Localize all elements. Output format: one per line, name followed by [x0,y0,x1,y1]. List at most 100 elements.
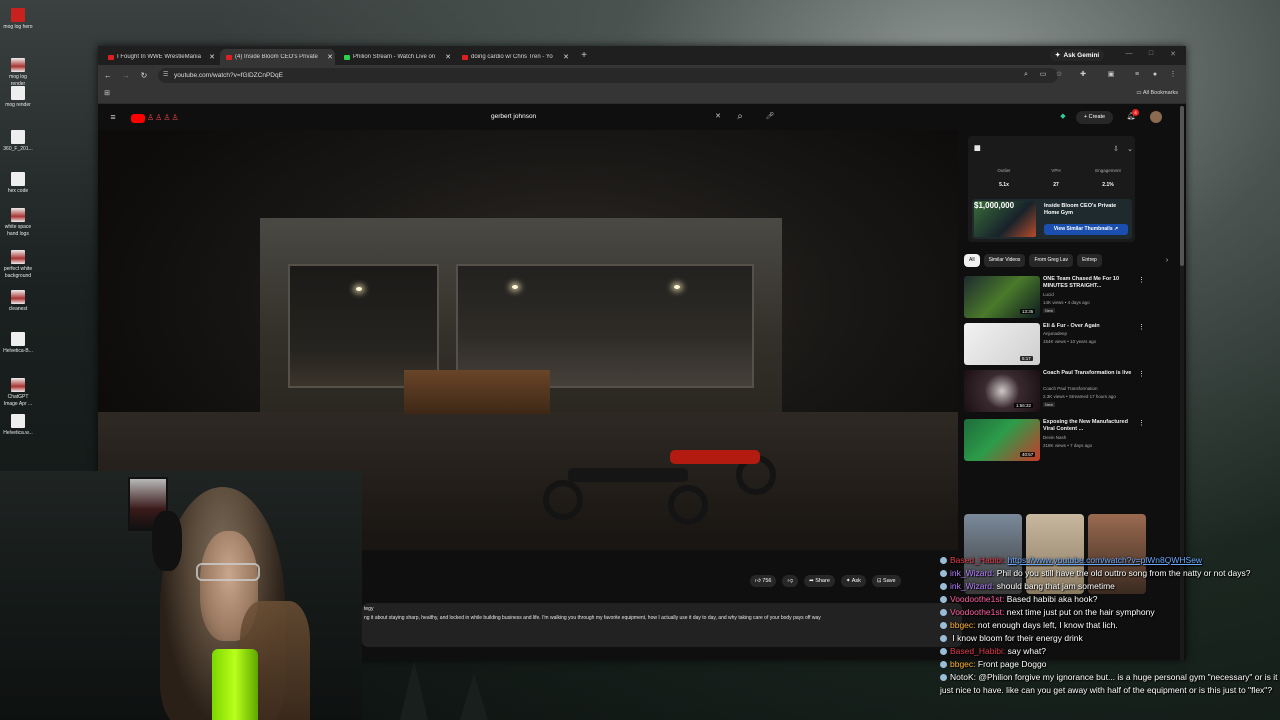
media-icon[interactable]: ≡ [1132,70,1142,80]
chat-username[interactable]: ink_Wizard: [950,568,994,578]
site-info-icon[interactable]: ☰ [163,68,168,83]
recommendation-item[interactable]: 1:56:32 Coach Paul Transformation is liv… [964,370,1154,414]
desktop-icon[interactable]: Helvetica-B... [2,332,34,355]
back-button[interactable]: ← [102,70,114,82]
desktop-icon[interactable]: perfect white background [2,250,34,280]
address-bar[interactable]: ☰ youtube.com/watch?v=fGlDZCnPDqE [158,68,1058,83]
more-options-icon[interactable]: ⋮ [1138,323,1145,331]
hamburger-menu-icon[interactable]: ≡ [108,112,118,122]
scrollbar-thumb[interactable] [1180,106,1184,266]
ask-button[interactable]: ✦ Ask [840,575,866,587]
recommendation-item[interactable]: 40:57 Exposing the New Manufactured Vira… [964,419,1154,463]
chat-username[interactable]: Voodoothe1st: [950,594,1004,604]
chip-entrepreneurship[interactable]: Entrep [1077,254,1102,267]
chat-username[interactable]: ink_Wizard: [950,581,994,591]
ceiling-light [674,285,680,289]
avatar[interactable] [1150,111,1162,123]
new-badge: New [1043,402,1056,407]
reload-button[interactable]: ↻ [138,70,150,82]
channel-name: Anjunadeep [1043,331,1068,336]
desktop-icon[interactable]: Helvetica.w... [2,414,34,437]
video-description[interactable]: tegy ng it about staying sharp, healthy,… [362,603,962,647]
desktop-icon[interactable]: 360_F_201... [2,130,34,153]
maximize-button[interactable]: □ [1144,50,1158,61]
new-tab-button[interactable]: + [578,50,590,62]
desktop-icon[interactable]: mog render [2,86,34,109]
chat-username[interactable]: Voodoothe1st: [950,607,1004,617]
extension-badge-icon[interactable]: ◆ [1058,112,1068,122]
chip-similar-videos[interactable]: Similar Videos [983,254,1026,267]
create-button[interactable]: + Create [1076,111,1113,124]
recommendation-item[interactable]: 13:35 ONE Team Chased Me For 10 MINUTES … [964,276,1154,320]
share-button[interactable]: ➦ Share [804,575,835,587]
apps-grid-icon[interactable]: ⊞ [102,89,112,99]
cast-icon[interactable]: ▭ [1038,70,1048,80]
chat-badge-icon [940,622,947,630]
video-counter [404,370,550,414]
close-window-button[interactable]: ✕ [1166,50,1180,61]
more-options-icon[interactable]: ⋮ [1138,419,1145,427]
all-bookmarks-button[interactable]: ▭ All Bookmarks [1136,90,1178,96]
desktop-icon[interactable]: ChatGPT Image Apr ... [2,378,34,408]
menu-kebab-icon[interactable]: ⋮ [1168,70,1178,80]
profile-icon[interactable]: ● [1150,70,1160,80]
bookmark-star-icon[interactable]: ☆ [1054,70,1064,80]
chip-from-channel[interactable]: From Greg Lav [1029,254,1074,267]
chat-link[interactable]: https://www.youtube.com/watch?v=plWn8QWH… [1008,555,1202,565]
image-icon [11,208,25,222]
microphone-icon[interactable]: 🎤︎ [765,112,775,122]
close-icon[interactable]: ✕ [561,53,571,61]
chat-username[interactable]: bbgec: [950,659,976,669]
video-meta: 2.3K views • Streamed 17 hours ago [1043,394,1116,399]
more-options-icon[interactable]: ⋮ [1138,276,1145,284]
sidebar-icon[interactable]: ▣ [1106,70,1116,80]
desktop-icon[interactable]: white space hand logs [2,208,34,238]
chevron-right-icon[interactable]: › [1162,256,1172,266]
download-icon[interactable]: ⇩ [1111,145,1121,155]
desktop-icon[interactable]: mog log render [2,58,34,88]
video-title: Eli & Fur - Over Again [1043,323,1100,329]
extension-logo-icon: ▦ [974,145,981,152]
recommendation-item[interactable]: 5:17 Eli & Fur - Over Again Anjunadeep 1… [964,323,1154,367]
description-text: ng it about staying sharp, healthy, and … [364,615,821,621]
desktop-icon-label: hex code [7,188,29,194]
chat-username[interactable]: NotoK: [950,672,976,682]
zoom-icon[interactable]: ⌕ [1021,70,1031,80]
close-icon[interactable]: ✕ [207,53,217,61]
save-button[interactable]: ⊡ Save [871,575,901,587]
desktop-icon[interactable]: cleanest [2,290,34,313]
close-icon[interactable]: ✕ [443,53,453,61]
stat-vph: VPH 27 [1051,168,1061,188]
tab-cardio[interactable]: doing cardio w/ Chris Tren - Yo ✕ [456,49,571,65]
chip-all[interactable]: All [964,254,980,267]
red-image-icon [11,8,25,22]
view-similar-thumbnails-button[interactable]: View Similar Thumbnails ↗ [1044,224,1128,235]
tab-wwe[interactable]: I Fought In WWE WrestleMania ✕ [102,49,217,65]
chat-username[interactable]: Based_Habibi: [950,555,1005,565]
tab-philion-stream[interactable]: Philion Stream - Watch Live on ✕ [338,49,453,65]
ask-gemini-button[interactable]: ✦ Ask Gemini [1050,49,1105,61]
search-icon[interactable]: ⌕ [735,112,745,122]
desktop-icon[interactable]: hex code [2,172,34,195]
desktop-icon[interactable]: mog log hero [2,8,34,31]
forward-button[interactable]: → [120,70,132,82]
extensions-icon[interactable]: ✚ [1078,70,1088,80]
chevron-down-icon[interactable]: ⌄ [1125,145,1135,155]
search-input[interactable]: gerbert johnson [483,109,729,125]
more-options-icon[interactable]: ⋮ [1138,370,1145,378]
minimize-button[interactable]: — [1122,50,1136,61]
like-button[interactable]: 👍︎ 756 [750,575,777,587]
youtube-logo-icon[interactable] [131,114,145,123]
chat-username[interactable]: bbgec: [950,620,976,630]
tab-bloom-gym[interactable]: (4) Inside Bloom CEO's Private ✕ [220,49,335,65]
headphones [152,511,182,571]
chat-username[interactable]: Based_Habibi: [950,646,1005,656]
search-value: gerbert johnson [491,113,537,120]
filter-chips: All Similar Videos From Greg Lav Entrep [964,254,1174,268]
thumbnail-title: Inside Bloom CEO's Private Home Gym [1044,203,1117,216]
tab-label: Philion Stream - Watch Live on [353,54,436,60]
close-icon[interactable]: ✕ [325,53,335,61]
video-title: Exposing the New Manufactured Viral Cont… [1043,419,1128,432]
clear-search-icon[interactable]: ✕ [713,112,723,122]
dislike-button[interactable]: 👎︎ [782,575,799,587]
